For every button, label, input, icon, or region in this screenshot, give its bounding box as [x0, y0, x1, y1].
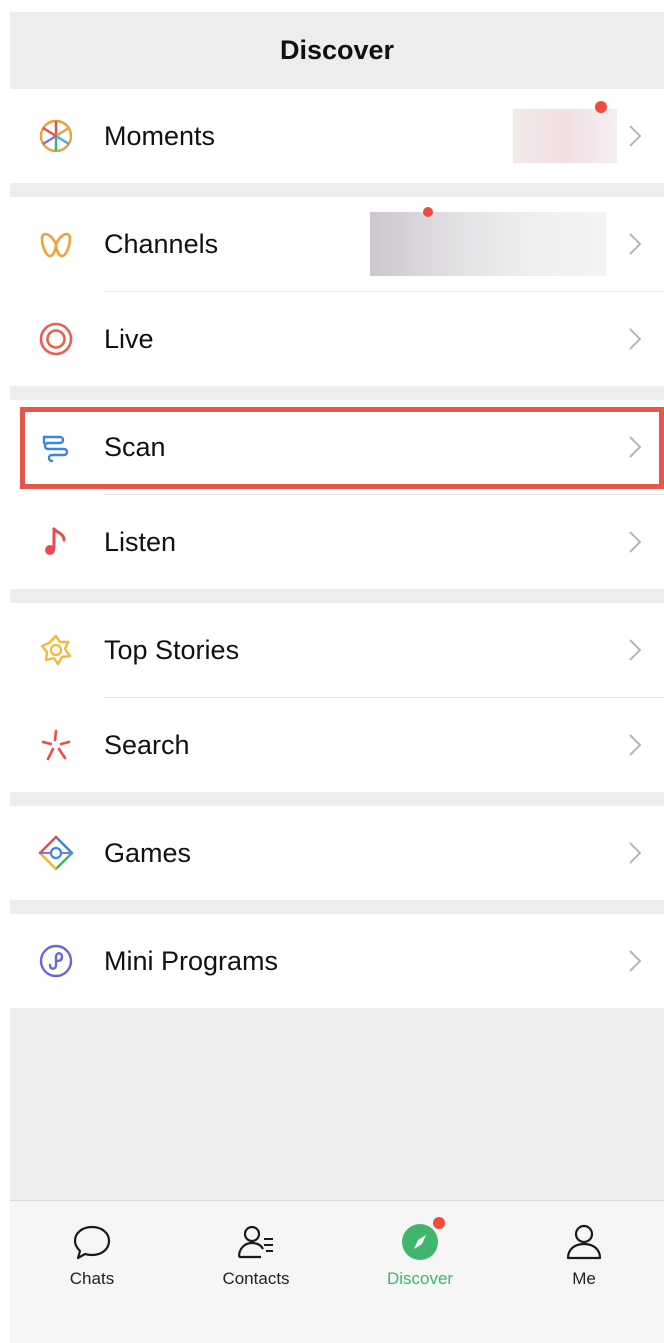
- discover-item-search[interactable]: Search: [10, 698, 664, 792]
- group-scan-listen: Scan Listen: [10, 400, 664, 589]
- chevron-right-icon: [628, 232, 642, 256]
- channels-label: Channels: [104, 228, 219, 259]
- scan-icon: [38, 429, 74, 465]
- channels-icon: [38, 226, 74, 262]
- tab-chats-label: Chats: [69, 1269, 115, 1288]
- chevron-right-icon: [628, 841, 642, 865]
- tab-contacts[interactable]: Contacts: [196, 1221, 316, 1291]
- tab-bar: Chats Contacts Discover Me: [10, 1200, 664, 1343]
- listen-icon: [38, 524, 74, 560]
- chevron-right-icon: [628, 327, 642, 351]
- discover-item-games[interactable]: Games: [10, 806, 664, 900]
- group-mini-programs: Mini Programs: [10, 914, 664, 1008]
- listen-label: Listen: [104, 526, 177, 557]
- discover-screen: Discover Moments Channels Live Scan List…: [10, 12, 664, 1343]
- chevron-right-icon: [628, 949, 642, 973]
- discover-item-listen[interactable]: Listen: [10, 495, 664, 589]
- discover-item-channels[interactable]: Channels: [10, 197, 664, 291]
- tab-me-label: Me: [572, 1269, 596, 1288]
- chat-bubble-icon: [71, 1221, 113, 1263]
- contacts-icon: [235, 1221, 277, 1263]
- live-icon: [38, 321, 74, 357]
- tab-discover-label: Discover: [386, 1269, 454, 1288]
- games-label: Games: [104, 837, 192, 868]
- tab-discover[interactable]: Discover: [360, 1217, 480, 1291]
- discover-item-top-stories[interactable]: Top Stories: [10, 603, 664, 697]
- mini-programs-icon: [38, 943, 74, 979]
- discover-item-moments[interactable]: Moments: [10, 89, 664, 183]
- discover-item-mini-programs[interactable]: Mini Programs: [10, 914, 664, 1008]
- nav-bar: Discover: [10, 12, 664, 89]
- top-stories-icon: [38, 632, 74, 668]
- chevron-right-icon: [628, 733, 642, 757]
- tab-me[interactable]: Me: [524, 1221, 644, 1291]
- group-top-stories-search: Top Stories Search: [10, 603, 664, 792]
- games-icon: [38, 835, 74, 871]
- scan-label: Scan: [104, 431, 166, 462]
- compass-icon: [399, 1217, 445, 1263]
- chevron-right-icon: [628, 124, 642, 148]
- moments-icon: [38, 118, 74, 154]
- page-title: Discover: [279, 35, 395, 65]
- channels-badge-dot: [423, 207, 433, 217]
- moments-label: Moments: [104, 120, 216, 151]
- top-stories-label: Top Stories: [104, 634, 240, 665]
- person-icon: [563, 1221, 605, 1263]
- tab-contacts-label: Contacts: [222, 1269, 290, 1288]
- group-channels-live: Channels Live: [10, 197, 664, 386]
- moments-badge-dot: [595, 101, 607, 113]
- discover-item-live[interactable]: Live: [10, 292, 664, 386]
- chevron-right-icon: [628, 530, 642, 554]
- mini-programs-label: Mini Programs: [104, 945, 279, 976]
- group-moments: Moments: [10, 89, 664, 183]
- chevron-right-icon: [628, 435, 642, 459]
- search-label: Search: [104, 729, 190, 760]
- discover-badge-dot: [433, 1217, 445, 1229]
- discover-item-scan[interactable]: Scan: [10, 400, 664, 494]
- group-games: Games: [10, 806, 664, 900]
- search-icon: [38, 727, 74, 763]
- moments-thumbnail: [513, 109, 617, 163]
- tab-chats[interactable]: Chats: [32, 1221, 152, 1291]
- channels-thumbnail: [370, 212, 606, 276]
- chevron-right-icon: [628, 638, 642, 662]
- live-label: Live: [104, 323, 154, 354]
